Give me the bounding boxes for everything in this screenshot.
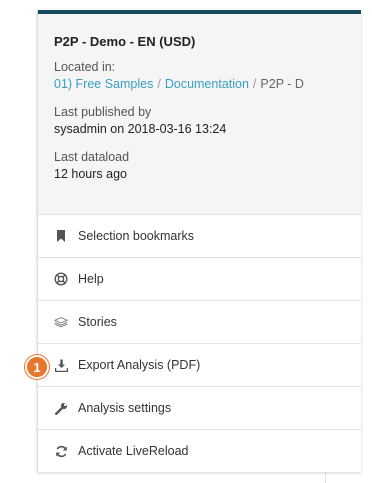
analysis-menu-panel: P2P - Demo - EN (USD) Located in: 01) Fr…	[37, 10, 361, 472]
menu-item-label: Export Analysis (PDF)	[78, 358, 201, 372]
stack-icon	[54, 315, 68, 329]
menu-item-selection-bookmarks[interactable]: Selection bookmarks	[38, 215, 361, 258]
dataload-block: Last dataload 12 hours ago	[54, 149, 361, 183]
menu-item-help[interactable]: Help	[38, 258, 361, 301]
menu-item-label: Help	[78, 272, 104, 286]
published-block: Last published by sysadmin on 2018-03-16…	[54, 104, 361, 138]
breadcrumb-separator: /	[157, 77, 161, 91]
menu-list: Selection bookmarks Help Stories Export …	[38, 215, 361, 472]
menu-item-label: Selection bookmarks	[78, 229, 195, 243]
last-published-value: sysadmin on 2018-03-16 13:24	[54, 122, 227, 136]
menu-item-stories[interactable]: Stories	[38, 301, 361, 344]
location-block: Located in: 01) Free Samples / Documentati…	[54, 59, 361, 93]
menu-item-export-analysis-pdf[interactable]: Export Analysis (PDF)	[38, 344, 361, 387]
analysis-info-section: P2P - Demo - EN (USD) Located in: 01) Fr…	[38, 14, 361, 215]
download-icon	[54, 358, 68, 372]
bookmark-icon	[54, 229, 68, 243]
breadcrumb-documentation[interactable]: Documentation	[165, 77, 249, 91]
refresh-icon	[54, 444, 68, 458]
last-dataload-value: 12 hours ago	[54, 167, 127, 181]
lifebuoy-icon	[54, 272, 68, 286]
located-in-label: Located in:	[54, 60, 116, 74]
menu-item-analysis-settings[interactable]: Analysis settings	[38, 387, 361, 430]
last-dataload-label: Last dataload	[54, 150, 130, 164]
analysis-title: P2P - Demo - EN (USD)	[54, 34, 196, 49]
menu-item-label: Activate LiveReload	[78, 444, 189, 458]
breadcrumb-separator: /	[252, 77, 257, 91]
menu-item-activate-livereload[interactable]: Activate LiveReload	[38, 430, 361, 472]
divider	[325, 472, 326, 483]
menu-item-label: Analysis settings	[78, 401, 172, 415]
breadcrumb: 01) Free Samples / Documentation / P2P - D	[54, 76, 361, 93]
step-badge: 1	[25, 355, 49, 379]
breadcrumb-free-samples[interactable]: 01) Free Samples	[54, 77, 153, 91]
last-published-label: Last published by	[54, 105, 152, 119]
breadcrumb-current: P2P - D	[260, 77, 304, 91]
menu-item-label: Stories	[78, 315, 117, 329]
wrench-icon	[54, 401, 68, 415]
